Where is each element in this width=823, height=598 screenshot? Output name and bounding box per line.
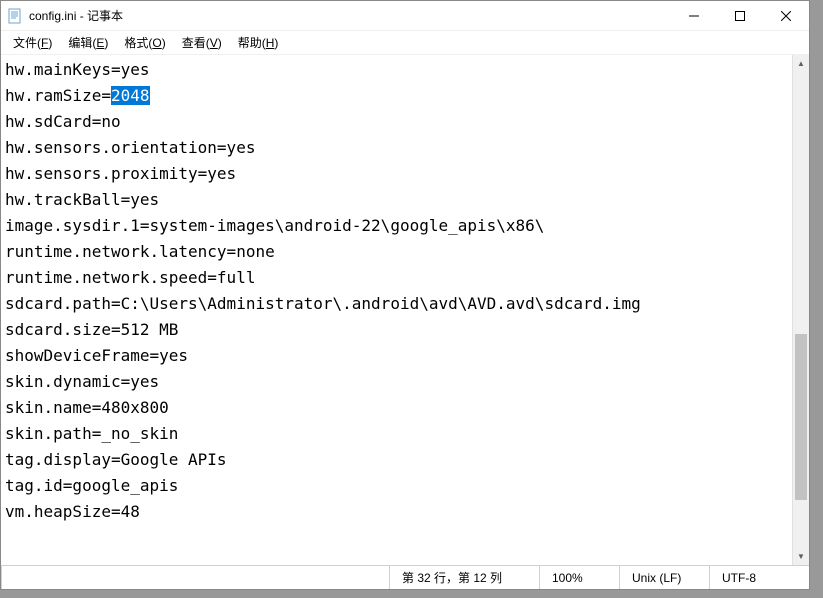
editor-line: sdcard.size=512 MB [5,317,788,343]
editor-line: hw.sensors.proximity=yes [5,161,788,187]
editor-line: runtime.network.latency=none [5,239,788,265]
editor-line: hw.sdCard=no [5,109,788,135]
menubar: 文件(F) 编辑(E) 格式(O) 查看(V) 帮助(H) [1,31,809,55]
scroll-down-icon[interactable]: ▼ [793,548,809,565]
window-title: config.ini - 记事本 [29,7,671,24]
editor-line: skin.dynamic=yes [5,369,788,395]
menu-format[interactable]: 格式(O) [118,32,171,53]
notepad-icon [7,8,23,24]
editor-line: vm.heapSize=48 [5,499,788,525]
status-zoom: 100% [539,566,619,589]
editor-line: skin.path=_no_skin [5,421,788,447]
notepad-window: config.ini - 记事本 文件(F) 编辑(E) 格式(O) 查看(V)… [0,0,810,590]
menu-edit[interactable]: 编辑(E) [62,32,114,53]
scroll-thumb[interactable] [795,334,807,501]
window-controls [671,1,809,30]
editor-line: image.sysdir.1=system-images\android-22\… [5,213,788,239]
editor-area: hw.mainKeys=yeshw.ramSize=2048hw.sdCard=… [1,55,809,565]
editor-line: hw.mainKeys=yes [5,57,788,83]
menu-help[interactable]: 帮助(H) [232,32,285,53]
status-encoding: UTF-8 [709,566,809,589]
menu-file[interactable]: 文件(F) [7,32,58,53]
editor-line: runtime.network.speed=full [5,265,788,291]
minimize-button[interactable] [671,1,717,31]
status-position: 第 32 行，第 12 列 [389,566,539,589]
editor-line: tag.display=Google APIs [5,447,788,473]
titlebar[interactable]: config.ini - 记事本 [1,1,809,31]
status-eol: Unix (LF) [619,566,709,589]
status-spacer [1,566,389,589]
text-selection: 2048 [111,86,150,105]
text-editor[interactable]: hw.mainKeys=yeshw.ramSize=2048hw.sdCard=… [1,55,792,565]
editor-line: skin.name=480x800 [5,395,788,421]
editor-line: tag.id=google_apis [5,473,788,499]
editor-line: hw.ramSize=2048 [5,83,788,109]
scroll-track[interactable] [793,72,809,548]
maximize-button[interactable] [717,1,763,31]
editor-line: hw.trackBall=yes [5,187,788,213]
vertical-scrollbar[interactable]: ▲ ▼ [792,55,809,565]
scroll-up-icon[interactable]: ▲ [793,55,809,72]
menu-view[interactable]: 查看(V) [176,32,228,53]
editor-line: sdcard.path=C:\Users\Administrator\.andr… [5,291,788,317]
editor-line: showDeviceFrame=yes [5,343,788,369]
statusbar: 第 32 行，第 12 列 100% Unix (LF) UTF-8 [1,565,809,589]
editor-line: hw.sensors.orientation=yes [5,135,788,161]
close-button[interactable] [763,1,809,31]
